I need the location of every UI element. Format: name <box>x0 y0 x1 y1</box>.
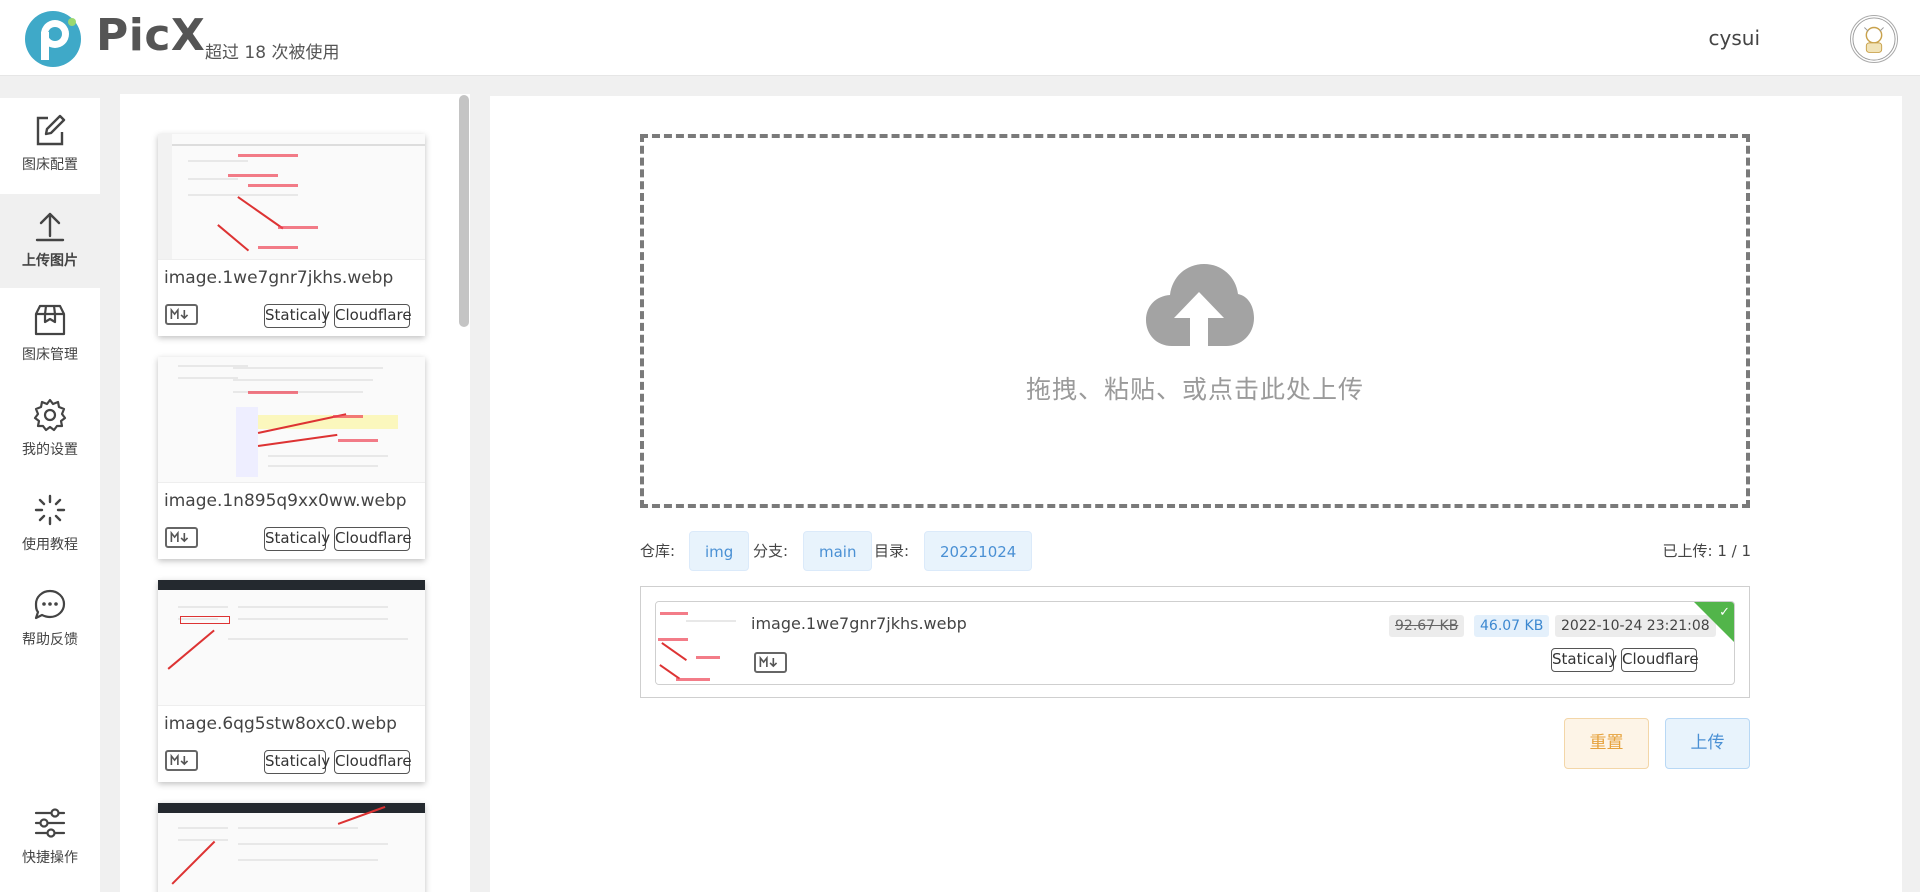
uploaded-status: 已上传: 1 / 1 <box>1662 531 1751 571</box>
upload-icon <box>35 212 65 242</box>
chat-icon <box>34 589 66 620</box>
staticaly-link-button[interactable]: Staticaly <box>264 750 330 774</box>
sliders-icon <box>34 808 66 838</box>
avatar[interactable] <box>1850 15 1898 63</box>
image-list-scrollbar[interactable] <box>459 95 469 327</box>
staticaly-link-button[interactable]: Staticaly <box>264 304 330 328</box>
image-thumbnail[interactable] <box>158 357 425 483</box>
copy-markdown-icon[interactable] <box>165 750 198 771</box>
image-card[interactable]: image.1we7gnr7jkhs.webp Staticaly Cloudf… <box>158 134 425 336</box>
image-actions: Staticaly Cloudflare <box>158 744 425 782</box>
nav-label: 快捷操作 <box>22 850 78 866</box>
copy-markdown-icon[interactable] <box>165 304 198 325</box>
upload-dropzone[interactable]: 拖拽、粘贴、或点击此处上传 <box>640 134 1750 508</box>
app-header: PicX 超过 18 次被使用 cysui <box>0 0 1920 76</box>
cloudflare-link-button[interactable]: Cloudflare <box>334 527 412 551</box>
image-list-panel: image.1we7gnr7jkhs.webp Staticaly Cloudf… <box>120 94 470 892</box>
cloudflare-link-button[interactable]: Cloudflare <box>1621 648 1699 672</box>
image-name: image.1we7gnr7jkhs.webp <box>164 268 394 288</box>
gear-icon <box>33 398 67 432</box>
package-icon <box>34 304 66 336</box>
upload-result-list: image.1we7gnr7jkhs.webp 92.67 KB 46.07 K… <box>640 586 1750 698</box>
nav-item-shortcuts[interactable]: 快捷操作 <box>0 791 100 885</box>
brand-title: PicX <box>96 10 206 61</box>
image-thumbnail[interactable] <box>158 580 425 706</box>
nav-label: 我的设置 <box>22 442 78 458</box>
uploaded-label: 已上传: <box>1662 542 1713 560</box>
image-thumbnail[interactable] <box>158 134 425 260</box>
upload-time: 2022-10-24 23:21:08 <box>1555 615 1716 637</box>
result-image-name: image.1we7gnr7jkhs.webp <box>751 614 967 633</box>
nav-label: 图床配置 <box>22 157 78 173</box>
compressed-size: 46.07 KB <box>1474 615 1550 637</box>
branch-label: 分支: <box>753 542 789 560</box>
cloudflare-link-button[interactable]: Cloudflare <box>334 750 412 774</box>
edit-icon <box>36 114 66 146</box>
reset-button[interactable]: 重置 <box>1564 718 1649 769</box>
nav-label: 帮助反馈 <box>22 632 78 648</box>
branch-badge[interactable]: main <box>803 531 873 571</box>
nav-item-tutorial[interactable]: 使用教程 <box>0 478 100 572</box>
cloudflare-link-button[interactable]: Cloudflare <box>334 304 412 328</box>
upload-button[interactable]: 上传 <box>1665 718 1750 769</box>
image-card[interactable]: image.6qg5stw8oxc0.webp Staticaly Cloudf… <box>158 580 425 782</box>
image-name: image.1n895q9xx0ww.webp <box>164 491 407 511</box>
uploaded-count: 1 / 1 <box>1717 542 1751 560</box>
image-name: image.6qg5stw8oxc0.webp <box>164 714 397 734</box>
dropzone-hint: 拖拽、粘贴、或点击此处上传 <box>1025 375 1364 404</box>
nav-label: 图床管理 <box>22 347 78 363</box>
picx-logo-icon[interactable] <box>24 10 82 68</box>
sparkle-icon <box>34 494 66 526</box>
original-size: 92.67 KB <box>1389 615 1465 637</box>
nav-item-image-manage[interactable]: 图床管理 <box>0 288 100 382</box>
username[interactable]: cysui <box>1709 26 1760 50</box>
nav-item-upload[interactable]: 上传图片 <box>0 194 100 288</box>
nav-item-image-config[interactable]: 图床配置 <box>0 98 100 192</box>
dir-badge[interactable]: 20221024 <box>924 531 1033 571</box>
dir-label: 目录: <box>874 542 910 560</box>
repo-label: 仓库: <box>640 542 676 560</box>
result-thumbnail[interactable] <box>656 602 742 684</box>
sidebar-nav: 图床配置 上传图片 图床管理 我的设置 使用教程 帮助反馈 快捷操作 <box>0 98 100 892</box>
nav-label: 使用教程 <box>22 537 78 553</box>
usage-count: 超过 18 次被使用 <box>205 43 340 63</box>
image-thumbnail[interactable] <box>158 803 425 892</box>
staticaly-link-button[interactable]: Staticaly <box>264 527 330 551</box>
cloud-upload-icon <box>1146 264 1254 346</box>
nav-label: 上传图片 <box>22 253 78 269</box>
check-icon: ✓ <box>1719 605 1730 620</box>
copy-markdown-icon[interactable] <box>165 527 198 548</box>
nav-item-feedback[interactable]: 帮助反馈 <box>0 573 100 667</box>
repo-badge[interactable]: img <box>689 531 750 571</box>
image-actions: Staticaly Cloudflare <box>158 521 425 559</box>
copy-markdown-icon[interactable] <box>754 652 787 673</box>
image-actions: Staticaly Cloudflare <box>158 298 425 336</box>
image-card[interactable] <box>158 803 425 892</box>
image-card[interactable]: image.1n895q9xx0ww.webp Staticaly Cloudf… <box>158 357 425 559</box>
nav-item-settings[interactable]: 我的设置 <box>0 383 100 477</box>
upload-result-item[interactable]: image.1we7gnr7jkhs.webp 92.67 KB 46.07 K… <box>655 601 1735 685</box>
staticaly-link-button[interactable]: Staticaly <box>1551 648 1617 672</box>
